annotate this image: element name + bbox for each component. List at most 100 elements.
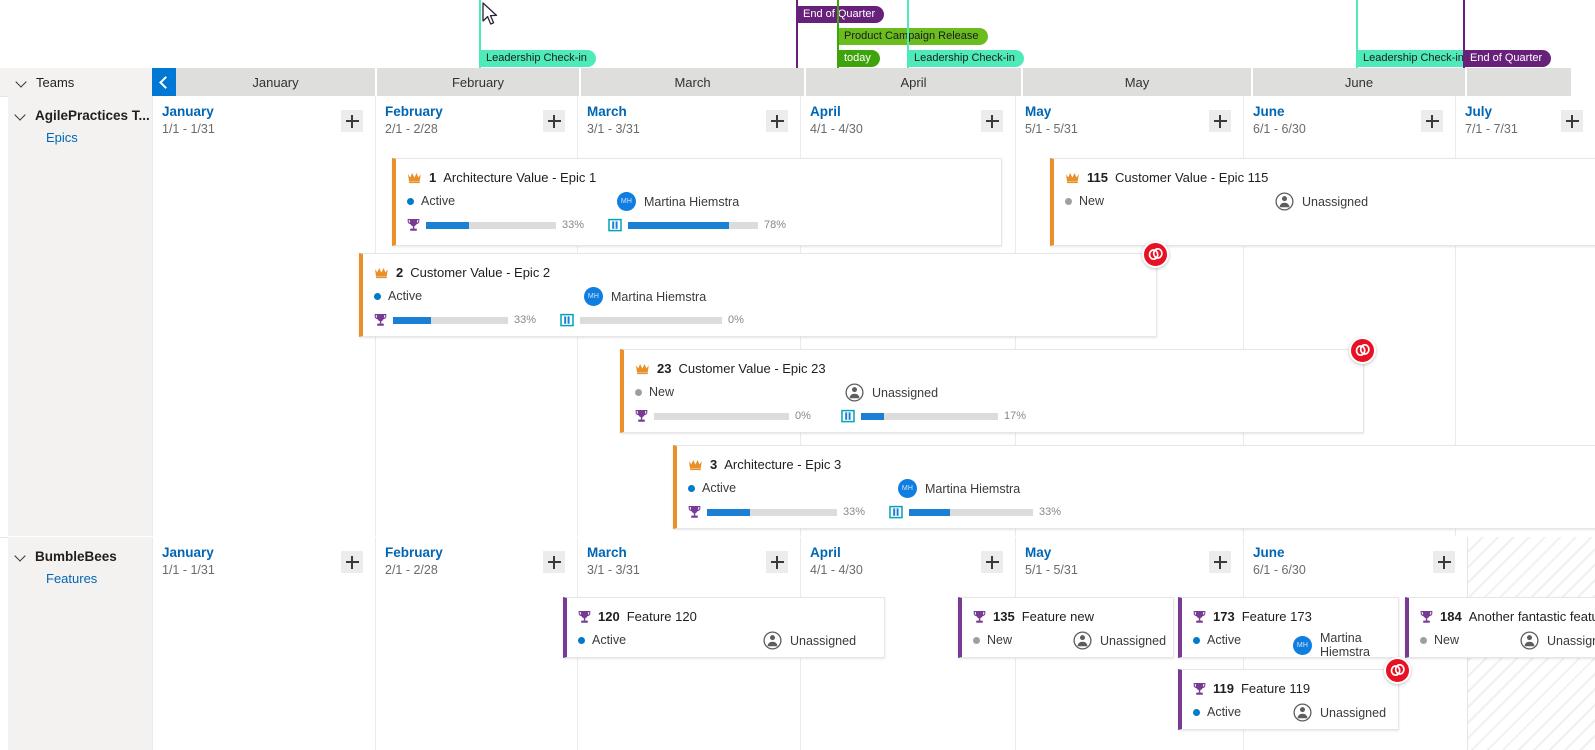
assignee-name: Martina Hiemstra bbox=[1320, 631, 1388, 659]
work-item-card[interactable]: 1Architecture Value - Epic 1ActiveMHMart… bbox=[392, 158, 1002, 246]
backlog-level-link[interactable]: Epics bbox=[46, 130, 152, 145]
work-item-card[interactable]: 115Customer Value - Epic 115NewUnassigne… bbox=[1050, 158, 1595, 246]
chevron-down-icon[interactable] bbox=[16, 77, 27, 88]
progress-percent: 78% bbox=[764, 219, 788, 231]
chevron-down-icon[interactable] bbox=[15, 551, 26, 562]
state-badge: New bbox=[635, 385, 674, 399]
work-item-title[interactable]: Customer Value - Epic 23 bbox=[678, 361, 825, 376]
month-name: May bbox=[1025, 545, 1051, 560]
progress-percent: 33% bbox=[514, 314, 538, 326]
add-item-button[interactable] bbox=[1421, 110, 1443, 132]
avatar: MH bbox=[584, 287, 603, 306]
month-name: April bbox=[810, 104, 841, 119]
milestone-marker[interactable]: Product Campaign Release bbox=[837, 28, 988, 45]
work-item-title[interactable]: Architecture Value - Epic 1 bbox=[443, 170, 596, 185]
unassigned-avatar-icon bbox=[1275, 192, 1294, 211]
month-date-range: 1/1 - 1/31 bbox=[162, 563, 215, 577]
card-meta-row: New Unassigned bbox=[973, 633, 1163, 651]
milestone-marker[interactable]: Leadership Check-in bbox=[1356, 50, 1473, 67]
add-item-button[interactable] bbox=[543, 551, 565, 573]
progress-indicator: 33% bbox=[374, 313, 538, 327]
month-date-range: 4/1 - 4/30 bbox=[810, 122, 863, 136]
work-item-card[interactable]: 3Architecture - Epic 3ActiveMHMartina Hi… bbox=[673, 445, 1595, 529]
card-meta-row: ActiveMHMartina Hiemstra bbox=[688, 481, 1595, 499]
work-item-card[interactable]: 173Feature 173ActiveMHMartina Hiemstra bbox=[1178, 597, 1399, 658]
chevron-left-icon bbox=[159, 76, 172, 89]
month-tab[interactable]: January bbox=[176, 68, 375, 96]
team-label-cell[interactable]: BumbleBees Features bbox=[8, 537, 152, 750]
backlog-level-link[interactable]: Features bbox=[46, 571, 152, 586]
add-item-button[interactable] bbox=[341, 551, 363, 573]
add-item-button[interactable] bbox=[1561, 110, 1583, 132]
card-meta-row: ActiveUnassigned bbox=[578, 633, 874, 651]
assignee-name: Unassigned bbox=[1320, 706, 1386, 720]
month-name: January bbox=[162, 104, 214, 119]
assignee: Unassigned bbox=[1073, 631, 1166, 650]
work-item-title[interactable]: Feature 119 bbox=[1241, 681, 1310, 696]
month-date-range: 3/1 - 3/31 bbox=[587, 563, 640, 577]
assignee-name: Martina Hiemstra bbox=[644, 195, 739, 209]
work-item-card[interactable]: 23Customer Value - Epic 23NewUnassigned0… bbox=[620, 349, 1364, 433]
chevron-down-icon[interactable] bbox=[15, 110, 26, 121]
milestone-marker[interactable]: Leadership Check-in bbox=[907, 50, 1024, 67]
book-stories-icon bbox=[889, 505, 903, 519]
unassigned-avatar-icon bbox=[1073, 631, 1092, 650]
linked-items-badge[interactable] bbox=[1349, 337, 1376, 364]
month-tab[interactable]: March bbox=[581, 68, 804, 96]
month-date-range: 2/1 - 2/28 bbox=[385, 122, 438, 136]
add-item-button[interactable] bbox=[1433, 551, 1455, 573]
add-item-button[interactable] bbox=[1209, 551, 1231, 573]
add-item-button[interactable] bbox=[766, 110, 788, 132]
month-column: February2/1 - 2/28 bbox=[375, 537, 577, 750]
month-tab[interactable]: May bbox=[1023, 68, 1251, 96]
state-label: Active bbox=[388, 289, 422, 303]
month-column-header: May5/1 - 5/31 bbox=[1016, 96, 1243, 142]
linked-items-badge[interactable] bbox=[1384, 657, 1411, 684]
milestone-marker[interactable]: End of Quarter bbox=[796, 6, 884, 23]
avatar: MH bbox=[617, 192, 636, 211]
scroll-left-button[interactable] bbox=[152, 68, 176, 96]
trophy-icon bbox=[1193, 610, 1206, 624]
work-item-title[interactable]: Customer Value - Epic 115 bbox=[1115, 170, 1268, 185]
work-item-id: 120 bbox=[598, 609, 620, 624]
work-item-title[interactable]: Customer Value - Epic 2 bbox=[410, 265, 550, 280]
work-item-card[interactable]: 119Feature 119ActiveUnassigned bbox=[1178, 669, 1399, 730]
work-item-title[interactable]: Feature 173 bbox=[1242, 609, 1312, 624]
add-item-button[interactable] bbox=[981, 551, 1003, 573]
add-item-button[interactable] bbox=[341, 110, 363, 132]
month-tab[interactable]: April bbox=[806, 68, 1021, 96]
work-item-title[interactable]: Architecture - Epic 3 bbox=[724, 457, 841, 472]
milestone-marker[interactable]: Leadership Check-in bbox=[479, 50, 596, 67]
trophy-icon bbox=[688, 505, 701, 519]
work-item-card[interactable]: 120 Feature 120 ActiveUnassigned bbox=[563, 597, 885, 658]
teams-header-cell[interactable]: Teams bbox=[0, 68, 152, 96]
month-tab[interactable]: February bbox=[377, 68, 579, 96]
unassigned-avatar-icon bbox=[1520, 631, 1539, 650]
state-label: New bbox=[1434, 633, 1459, 647]
work-item-title[interactable]: Another fantastic feature bbox=[1469, 609, 1595, 624]
progress-fill bbox=[861, 413, 884, 420]
unassigned-avatar-icon bbox=[763, 631, 782, 650]
work-item-title[interactable]: Feature 120 bbox=[627, 609, 697, 624]
month-tab[interactable]: June bbox=[1253, 68, 1465, 96]
milestone-marker[interactable]: today bbox=[837, 50, 880, 67]
progress-percent: 33% bbox=[843, 506, 867, 518]
work-item-card[interactable]: 2Customer Value - Epic 2ActiveMHMartina … bbox=[359, 253, 1157, 337]
month-name: April bbox=[810, 545, 841, 560]
work-item-card[interactable]: 135Feature newNewUnassigned bbox=[958, 597, 1174, 658]
month-column: January1/1 - 1/31 bbox=[152, 96, 375, 536]
state-label: New bbox=[987, 633, 1012, 647]
state-dot-icon bbox=[635, 389, 642, 396]
team-name: BumbleBees bbox=[35, 549, 117, 564]
add-item-button[interactable] bbox=[981, 110, 1003, 132]
work-item-card[interactable]: 184Another fantastic featureNewUnassigne… bbox=[1405, 597, 1595, 658]
add-item-button[interactable] bbox=[766, 551, 788, 573]
work-item-title[interactable]: Feature new bbox=[1022, 609, 1094, 624]
team-label-cell[interactable]: AgilePractices T...Epics bbox=[8, 96, 152, 536]
linked-items-badge[interactable] bbox=[1142, 241, 1169, 268]
add-item-button[interactable] bbox=[1209, 110, 1231, 132]
month-tab[interactable] bbox=[1467, 68, 1571, 96]
assignee: Unassigned bbox=[1275, 192, 1368, 211]
milestone-marker[interactable]: End of Quarter bbox=[1463, 50, 1551, 67]
add-item-button[interactable] bbox=[543, 110, 565, 132]
